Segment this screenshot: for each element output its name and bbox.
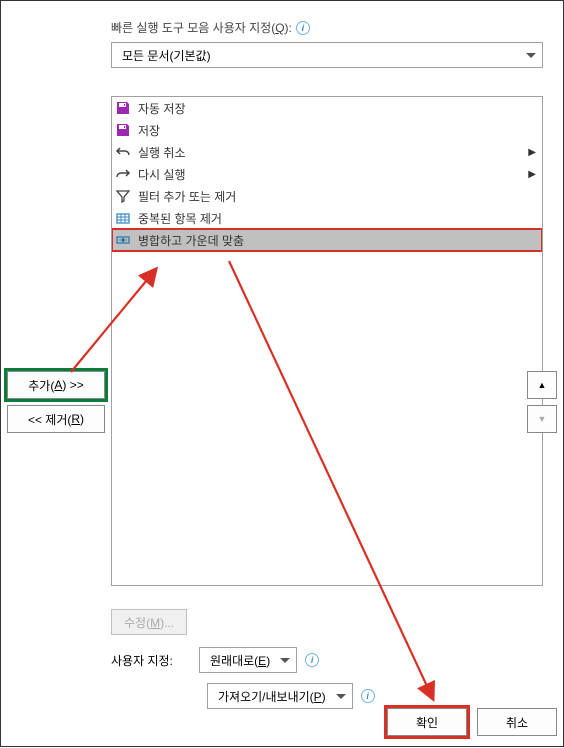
commands-listbox[interactable]: 자동 저장 저장 실행 취소 ▶ 다시 실행 ▶ 필터 추가 또 xyxy=(111,96,543,586)
filter-icon xyxy=(114,187,132,205)
move-up-button[interactable]: ▲ xyxy=(527,371,557,399)
cancel-button[interactable]: 취소 xyxy=(477,708,557,736)
info-icon[interactable]: i xyxy=(296,21,310,35)
chevron-down-icon xyxy=(526,53,536,58)
save-icon xyxy=(114,99,132,117)
scope-dropdown[interactable]: 모든 문서(기본값) xyxy=(111,42,543,68)
list-item[interactable]: 필터 추가 또는 제거 xyxy=(112,185,542,207)
modify-button[interactable]: 수정(M)... xyxy=(111,609,187,635)
remove-button[interactable]: << 제거(R) xyxy=(7,405,105,433)
list-item-selected[interactable]: 병합하고 가운데 맞춤 xyxy=(112,229,542,251)
customize-label: 사용자 지정: xyxy=(111,652,191,669)
chevron-down-icon xyxy=(280,658,290,663)
chevron-down-icon xyxy=(336,694,346,699)
scope-label: 빠른 실행 도구 모음 사용자 지정(Q): i xyxy=(111,19,543,36)
expand-arrow-icon: ▶ xyxy=(528,169,536,180)
list-item[interactable]: 저장 xyxy=(112,119,542,141)
info-icon[interactable]: i xyxy=(305,653,319,667)
save-icon xyxy=(114,121,132,139)
info-icon[interactable]: i xyxy=(361,689,375,703)
reset-dropdown[interactable]: 원래대로(E) xyxy=(199,647,297,673)
list-item[interactable]: 실행 취소 ▶ xyxy=(112,141,542,163)
list-item[interactable]: 다시 실행 ▶ xyxy=(112,163,542,185)
undo-icon xyxy=(114,143,132,161)
import-export-dropdown[interactable]: 가져오기/내보내기(P) xyxy=(207,683,353,709)
scope-dropdown-value: 모든 문서(기본값) xyxy=(122,47,211,64)
merge-center-icon xyxy=(114,231,132,249)
ok-button[interactable]: 확인 xyxy=(387,708,467,736)
list-item[interactable]: 자동 저장 xyxy=(112,97,542,119)
add-button[interactable]: 추가(A) >> xyxy=(7,371,105,399)
list-item[interactable]: 중복된 항목 제거 xyxy=(112,207,542,229)
expand-arrow-icon: ▶ xyxy=(528,147,536,158)
redo-icon xyxy=(114,165,132,183)
move-down-button[interactable]: ▼ xyxy=(527,405,557,433)
dedup-icon xyxy=(114,209,132,227)
